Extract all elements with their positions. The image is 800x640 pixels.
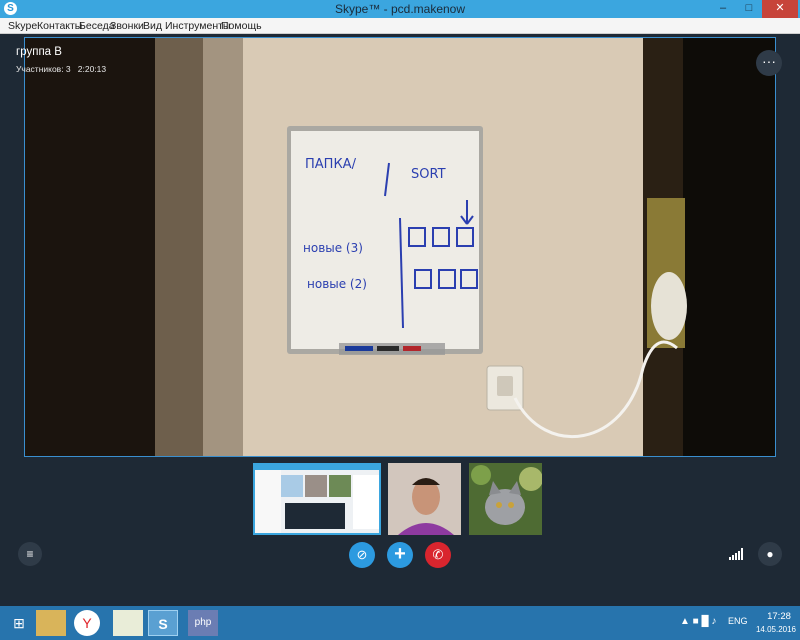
chat-button[interactable]: ● — [758, 542, 782, 566]
whiteboard-line1-right: SORT — [411, 167, 446, 182]
taskbar: ⊞ Y S php ▲ ■ █ ♪ ENG 17:28 14.05.2016 — [0, 606, 800, 640]
chat-icon: ● — [766, 547, 774, 561]
minimize-button[interactable]: – — [710, 0, 736, 18]
participant-avatar-man — [388, 463, 461, 535]
whiteboard-line2: новые (3) — [303, 241, 363, 255]
participants-list-button[interactable]: ≡ — [18, 542, 42, 566]
list-icon: ≡ — [26, 547, 34, 561]
maximize-button[interactable]: □ — [736, 0, 762, 18]
hang-up-icon: ✆ — [432, 547, 444, 562]
microphone-muted-icon: ⊘ — [356, 547, 368, 562]
close-button[interactable]: ✕ — [762, 0, 798, 18]
clock-time[interactable]: 17:28 — [758, 611, 800, 622]
file-explorer-icon[interactable] — [36, 610, 66, 636]
call-duration: 2:20:13 — [77, 64, 107, 74]
participant-avatar-cat — [469, 463, 542, 535]
whiteboard-line3: новые (2) — [307, 277, 367, 291]
menu-help[interactable]: Помощь — [221, 20, 262, 32]
title-bar: S Skype™ - pcd.makenow – □ ✕ — [0, 0, 800, 18]
mute-button[interactable]: ⊘ — [349, 542, 375, 568]
screen-share-preview — [255, 465, 379, 533]
more-options-button[interactable]: ··· — [756, 50, 782, 76]
window-title: Skype™ - pcd.makenow — [334, 2, 466, 16]
skype-icon[interactable]: S — [148, 610, 178, 636]
yandex-browser-icon[interactable]: Y — [74, 610, 100, 636]
menu-bar: Skype Контакты Беседа Звонки Вид Инструм… — [0, 18, 800, 34]
signal-strength-icon — [729, 548, 743, 560]
participant-video-man[interactable] — [388, 463, 461, 535]
notepad-icon[interactable] — [113, 610, 143, 636]
participant-video-cat[interactable] — [469, 463, 542, 535]
call-area: ПАПКА/ SORT новые (3) новые (2) группа В… — [0, 34, 800, 606]
participants-count: Участников: 3 — [16, 64, 71, 74]
tray-icons[interactable]: ▲ ■ █ ♪ — [680, 616, 716, 640]
menu-view[interactable]: Вид — [143, 20, 162, 32]
whiteboard: ПАПКА/ SORT новые (3) новые (2) — [287, 126, 483, 355]
clock-date[interactable]: 14.05.2016 — [752, 625, 800, 634]
video-scene: ПАПКА/ SORT новые (3) новые (2) — [25, 38, 775, 456]
main-video-feed: ПАПКА/ SORT новые (3) новые (2) — [24, 37, 776, 457]
whiteboard-line1-left: ПАПКА/ — [305, 157, 357, 172]
add-button[interactable]: + — [387, 542, 413, 568]
more-icon: ··· — [762, 53, 776, 69]
screen-share-thumbnail[interactable] — [253, 463, 381, 535]
php-icon[interactable]: php — [188, 610, 218, 636]
menu-contacts[interactable]: Контакты — [37, 20, 82, 32]
call-title: группа В — [16, 46, 62, 58]
windows-start-icon[interactable]: ⊞ — [4, 610, 34, 636]
call-subtitle: Участников: 3 2:20:13 — [16, 64, 106, 74]
menu-calls[interactable]: Звонки — [110, 20, 144, 32]
plus-icon: + — [394, 543, 406, 565]
hang-up-button[interactable]: ✆ — [425, 542, 451, 568]
language-indicator[interactable]: ENG — [728, 616, 748, 626]
menu-skype[interactable]: Skype — [8, 20, 37, 32]
